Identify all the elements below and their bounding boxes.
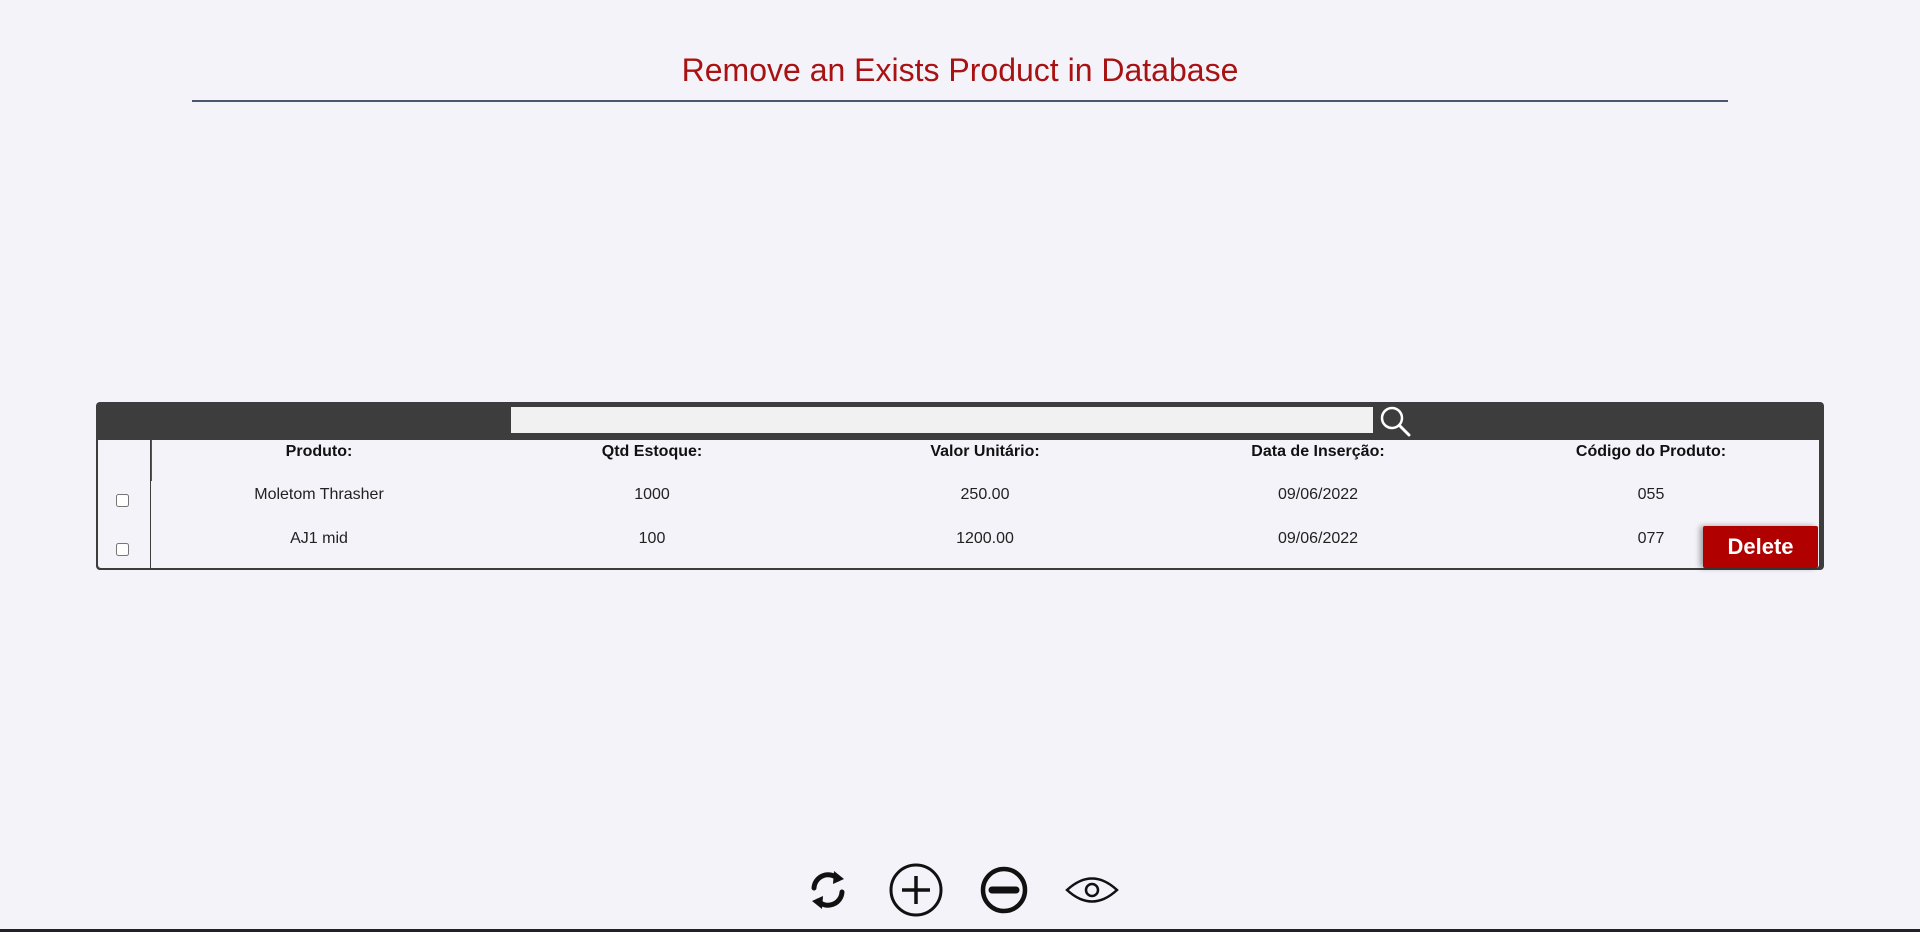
cell-valor-unitario: 250.00 [960, 486, 1010, 503]
add-circle-icon [889, 863, 943, 917]
title-divider [192, 100, 1728, 102]
cell-data-insercao: 09/06/2022 [1277, 530, 1359, 547]
eye-icon [1065, 877, 1119, 903]
view-button[interactable] [1064, 862, 1120, 918]
cell-data-insercao: 09/06/2022 [1277, 486, 1359, 503]
refresh-button[interactable] [800, 862, 856, 918]
cell-qtd-estoque: 100 [638, 530, 666, 547]
cell-codigo-produto: 055 [1637, 486, 1665, 503]
remove-button[interactable] [976, 862, 1032, 918]
search-input[interactable] [511, 407, 1373, 433]
cell-valor-unitario: 1200.00 [956, 530, 1014, 547]
column-header-codigo-produto: Código do Produto: [1575, 443, 1727, 460]
add-button[interactable] [888, 862, 944, 918]
remove-circle-icon [980, 866, 1028, 914]
row-checkbox[interactable] [116, 543, 129, 556]
cell-produto: AJ1 mid [290, 530, 348, 547]
column-header-data-insercao: Data de Inserção: [1251, 443, 1385, 460]
search-button[interactable] [1378, 404, 1414, 438]
cell-qtd-estoque: 1000 [634, 486, 670, 503]
column-header-valor-unitario: Valor Unitário: [930, 443, 1040, 460]
refresh-icon [811, 871, 845, 909]
select-header-cell [98, 440, 152, 481]
delete-button[interactable]: Delete [1703, 526, 1818, 568]
column-header-qtd-estoque: Qtd Estoque: [601, 443, 703, 460]
column-header-produto: Produto: [285, 443, 353, 460]
search-icon [1380, 406, 1411, 437]
row-checkbox[interactable] [116, 494, 129, 507]
page-title: Remove an Exists Product in Database [681, 52, 1239, 88]
cell-produto: Moletom Thrasher [254, 486, 384, 503]
